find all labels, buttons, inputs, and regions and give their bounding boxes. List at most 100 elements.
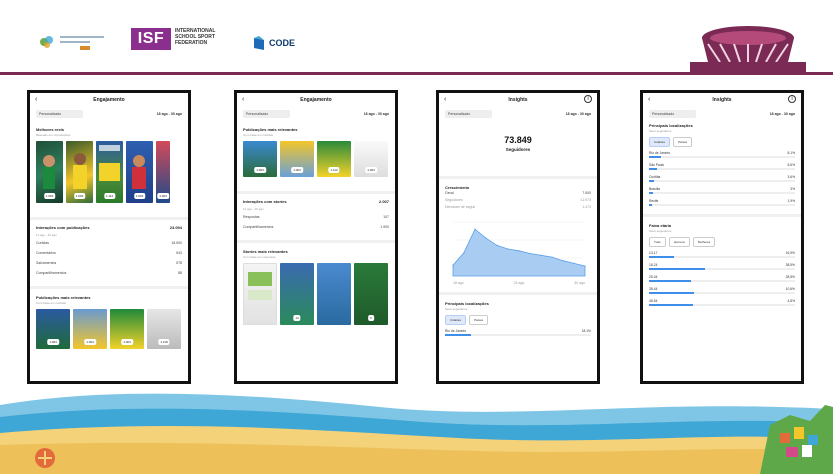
section-subtitle: Seus seguidores (649, 129, 672, 133)
location-row: Recife 1,9% (649, 199, 795, 206)
phone-screenshot-engagement-reels: ‹ Engajamento Personalizado 18 ago - 30 … (27, 90, 191, 384)
location-row: Curitiba 3,6% (649, 175, 795, 182)
section-title: Crescimento (445, 185, 470, 190)
location-row: Rio de Janeiro 8,1% (649, 151, 795, 158)
filter-bar: Personalizado 18 ago - 30 ago (237, 107, 395, 121)
section-subtitle: Baseado em reproduções (36, 133, 71, 137)
growth-data-point (529, 252, 531, 255)
views-badge: 1.118 (158, 339, 170, 345)
reel-thumbnail[interactable]: 1.003 (66, 141, 93, 203)
location-bar-fill (649, 168, 658, 170)
divider (643, 214, 801, 217)
location-value: 1,9% (787, 199, 795, 203)
section-title: Principais localizações (649, 123, 693, 128)
views-badge: 6 (368, 315, 374, 321)
views-badge: 1.112 (328, 167, 340, 173)
filter-bar: Personalizado 18 ago - 30 ago (30, 107, 188, 121)
story-image (248, 272, 272, 300)
tab-cities[interactable]: Cidades (649, 137, 671, 147)
post-thumbnail[interactable]: 1.003 (36, 309, 70, 349)
metric-label: Geral (445, 191, 454, 195)
age-value: 10,6% (785, 287, 795, 291)
tab-women[interactable]: Mulheres (692, 237, 716, 247)
views-badge: 1.003 (254, 167, 266, 173)
date-filter-chip[interactable]: Personalizado (649, 110, 696, 118)
info-icon[interactable]: i (584, 95, 592, 103)
metric-label: Compartilhamentos (36, 271, 67, 275)
divider (237, 240, 395, 243)
section-title: Faixa etária (649, 223, 672, 228)
metric-value: 578 (176, 261, 182, 265)
story-thumbnail[interactable]: 14 (280, 263, 314, 325)
age-row: 45-54 4,8% (649, 299, 795, 306)
post-thumbnail[interactable]: 1.003 (243, 141, 277, 177)
phone-topbar: ‹ Engajamento (30, 93, 188, 107)
metric-row: Curtidas 18.500 (36, 241, 182, 251)
metric-label: Seguidores (445, 198, 463, 202)
views-badge: 1.003 (43, 193, 56, 199)
date-range: 18 ago - 30 ago (769, 112, 795, 116)
views-badge: 1.003 (133, 193, 146, 199)
age-bar-track (649, 280, 795, 282)
info-icon[interactable]: i (788, 95, 796, 103)
story-thumbnail[interactable]: 6 (354, 263, 388, 325)
post-thumbnail[interactable]: 1.003 (110, 309, 144, 349)
metric-label: Curtidas (36, 241, 50, 245)
story-thumbnail[interactable] (243, 263, 277, 325)
location-bar-track (649, 204, 795, 206)
metric-row: Geral 7.500 (445, 191, 591, 198)
isf-logo: ISF (131, 28, 171, 50)
metric-row: Respostas 107 (243, 215, 389, 225)
views-badge: 1.003 (73, 193, 86, 199)
posts-thumbnails: 1.003 1.003 1.112 1.003 (243, 141, 389, 177)
metric-row: Compartilhamentos 1.900 (243, 225, 389, 235)
tab-countries[interactable]: Países (469, 315, 489, 325)
stories-thumbnails: 14 6 (243, 263, 389, 325)
post-thumbnail[interactable]: 1.112 (317, 141, 351, 177)
metric-row: Deixaram de seguir 1.473 (445, 205, 591, 212)
age-bar-fill (649, 280, 691, 282)
code-logo-icon (254, 36, 264, 50)
metric-value: 1.473 (582, 205, 591, 209)
section-title: Interações com publicações (36, 225, 90, 230)
tab-all[interactable]: Tudo (649, 237, 666, 247)
growth-data-point (452, 264, 454, 266)
metric-label: Comentários (36, 251, 56, 255)
story-thumbnail[interactable] (317, 263, 351, 325)
reel-thumbnail[interactable]: 1.003 (126, 141, 153, 203)
phone-screenshot-engagement-stories: ‹ Engajamento Personalizado 18 ago - 30 … (234, 90, 398, 384)
post-thumbnail[interactable]: 1.003 (280, 141, 314, 177)
metric-row: Seguidores 11.973 (445, 198, 591, 205)
age-bar-track (649, 256, 795, 258)
reel-thumbnail[interactable]: 1.003 (36, 141, 63, 203)
reel-thumbnail[interactable]: 1.112 (96, 141, 123, 203)
post-thumbnail[interactable]: 1.118 (147, 309, 181, 349)
growth-area-chart: 18 ago 24 ago 30 ago (452, 221, 586, 285)
metric-row: Compartilhamentos 88 (36, 271, 182, 281)
section-subtitle: 11 ago - 20 ago (243, 207, 264, 211)
tab-men[interactable]: Homens (668, 237, 690, 247)
reels-thumbnails: 1.003 1.003 1.112 1.003 1.003 (36, 141, 182, 203)
x-tick-label: 30 ago (574, 281, 585, 285)
date-filter-chip[interactable]: Personalizado (243, 110, 290, 118)
phone-title: Insights (712, 97, 732, 103)
post-thumbnail[interactable]: 1.003 (73, 309, 107, 349)
reel-thumbnail[interactable]: 1.003 (156, 141, 170, 203)
tab-cities[interactable]: Cidades (445, 315, 467, 325)
isf-tagline: INTERNATIONAL SCHOOL SPORT FEDERATION (175, 28, 216, 46)
phone-topbar: ‹ Engajamento (237, 93, 395, 107)
age-bar-track (649, 292, 795, 294)
age-label: 35-44 (649, 287, 658, 291)
date-filter-chip[interactable]: Personalizado (445, 110, 492, 118)
tab-countries[interactable]: Países (673, 137, 693, 147)
date-filter-chip[interactable]: Personalizado (36, 110, 83, 118)
post-thumbnail[interactable]: 1.003 (354, 141, 388, 177)
age-label: 45-54 (649, 299, 658, 303)
metric-value: 7.500 (582, 191, 591, 195)
location-bar-fill (649, 192, 654, 194)
location-label: Curitiba (649, 175, 661, 179)
metric-value: 107 (383, 215, 389, 219)
section-subtitle: Seus seguidores (649, 229, 672, 233)
metric-label: Salvamentos (36, 261, 57, 265)
interactions-header: Interações com stories 2.007 (243, 199, 389, 207)
